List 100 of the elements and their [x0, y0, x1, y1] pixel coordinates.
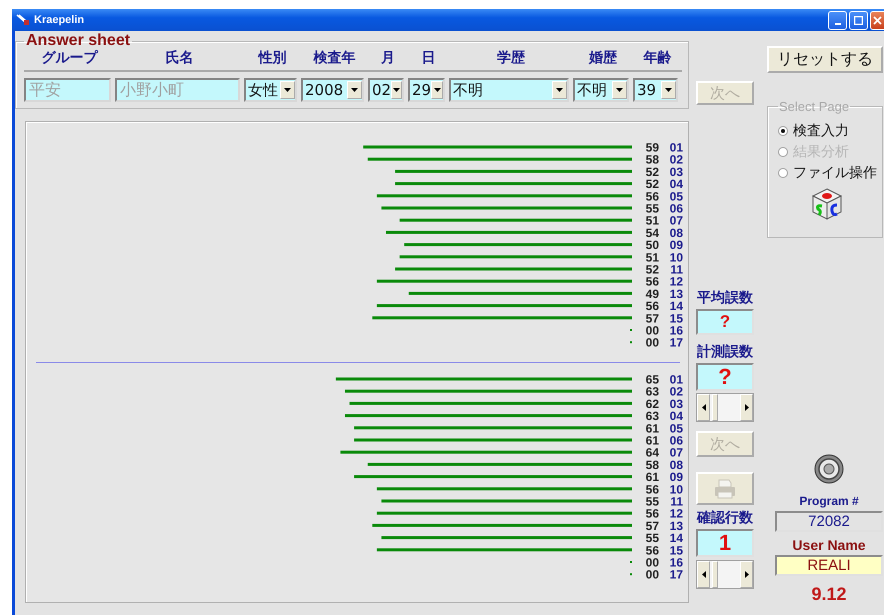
- row-number: 15: [670, 543, 683, 558]
- row-number: 06: [670, 434, 683, 448]
- row-number: 10: [670, 482, 683, 496]
- row-number: 05: [670, 421, 683, 436]
- row-number: 12: [670, 274, 683, 289]
- row-number: 04: [670, 409, 683, 424]
- value-label: 51: [646, 214, 659, 228]
- minimize-button[interactable]: [828, 10, 847, 30]
- field-label: 学歴: [497, 50, 525, 66]
- radio-label[interactable]: 検査入力: [793, 122, 849, 140]
- radio-button[interactable]: [778, 168, 788, 178]
- field-label: 日: [422, 50, 436, 66]
- disc-icon: [814, 454, 844, 484]
- row-number: 17: [670, 336, 683, 350]
- value-label: 51: [646, 250, 659, 264]
- radio-label[interactable]: ファイル操作: [793, 164, 877, 182]
- reset-button[interactable]: リセットする: [767, 46, 883, 73]
- row-number: 02: [670, 152, 683, 167]
- row-number: 11: [670, 262, 683, 276]
- value-label: 55: [646, 494, 659, 508]
- field-label: グループ: [42, 50, 98, 66]
- dropdown[interactable]: 29: [408, 78, 445, 102]
- value-field: ?: [696, 363, 754, 391]
- dropdown[interactable]: 女性: [244, 78, 297, 102]
- value-label: 65: [646, 372, 659, 386]
- scrollbar[interactable]: [696, 393, 754, 422]
- group-title: Select Page: [778, 99, 850, 114]
- window-title: Kraepelin: [34, 14, 84, 26]
- row-number: 08: [670, 458, 683, 472]
- row-number: 16: [670, 324, 683, 338]
- value-label: 57: [646, 518, 659, 533]
- dropdown[interactable]: 02: [368, 78, 404, 102]
- row-number: 10: [670, 250, 683, 264]
- row-number: 16: [670, 556, 683, 570]
- minimize-icon: [834, 22, 840, 24]
- value-label: 63: [646, 409, 659, 424]
- row-number: 07: [670, 446, 683, 460]
- dropdown[interactable]: 不明: [449, 78, 569, 102]
- value-label: 50: [646, 238, 659, 252]
- scrollbar-thumb[interactable]: [712, 561, 718, 588]
- caret-icon: [616, 88, 623, 92]
- maximize-button[interactable]: [849, 10, 868, 30]
- scrollbar-thumb[interactable]: [712, 394, 718, 421]
- value-label: 00: [646, 324, 659, 338]
- row-number: 11: [670, 494, 683, 508]
- cube-icon: [810, 187, 844, 221]
- close-button[interactable]: [870, 10, 884, 30]
- scrollbar[interactable]: [696, 560, 754, 589]
- row-number: 06: [670, 202, 683, 216]
- field-label: Program #: [798, 494, 860, 508]
- caret-icon: [351, 88, 358, 92]
- value-label: 52: [646, 262, 659, 276]
- value-label: 64: [646, 446, 659, 460]
- radio-button[interactable]: [778, 126, 788, 136]
- field-label: 月: [381, 50, 395, 66]
- left-arrow-icon[interactable]: [702, 571, 706, 578]
- field-label: 婚歴: [589, 50, 617, 66]
- close-icon: [873, 16, 882, 24]
- value-label: 56: [646, 299, 659, 314]
- value-label: 49: [646, 286, 659, 301]
- value-field: ?: [696, 309, 754, 335]
- dropdown[interactable]: 39: [633, 78, 678, 102]
- value-label: 56: [646, 274, 659, 289]
- field-label: 平均誤数: [696, 289, 754, 307]
- right-arrow-icon[interactable]: [744, 571, 748, 578]
- value-label: 58: [646, 458, 659, 472]
- row-number: 14: [670, 299, 683, 314]
- value-label: 55: [646, 202, 659, 216]
- row-number: 03: [670, 164, 683, 179]
- caret-icon: [665, 88, 672, 92]
- value-label: 61: [646, 470, 659, 484]
- version-label: 9.12: [810, 584, 848, 605]
- value-field: REALI: [775, 555, 883, 576]
- dropdown[interactable]: 2008: [301, 78, 364, 102]
- value-field: 1: [696, 529, 754, 557]
- value-label: 59: [646, 140, 659, 154]
- row-number: 17: [670, 568, 683, 582]
- value-label: 61: [646, 434, 659, 448]
- group-title: Answer sheet: [25, 33, 132, 49]
- value-label: 57: [646, 311, 659, 326]
- row-number: 04: [670, 177, 683, 192]
- field-label: User Name: [791, 537, 867, 553]
- right-arrow-icon[interactable]: [744, 404, 748, 411]
- row-number: 09: [670, 238, 683, 252]
- maximize-icon: [854, 16, 863, 24]
- row-number: 03: [670, 396, 683, 411]
- field-label: 検査年: [314, 50, 356, 66]
- caret-icon: [393, 88, 400, 92]
- row-number: 02: [670, 384, 683, 399]
- value-label: 58: [646, 152, 659, 167]
- value-label: 00: [646, 556, 659, 570]
- value-label: 63: [646, 384, 659, 399]
- row-number: 13: [670, 518, 683, 533]
- app-icon: [16, 14, 30, 26]
- value-label: 56: [646, 506, 659, 521]
- left-arrow-icon[interactable]: [702, 404, 706, 411]
- row-number: 05: [670, 189, 683, 204]
- value-label: 52: [646, 164, 659, 179]
- value-label: 56: [646, 189, 659, 204]
- dropdown[interactable]: 不明: [573, 78, 629, 102]
